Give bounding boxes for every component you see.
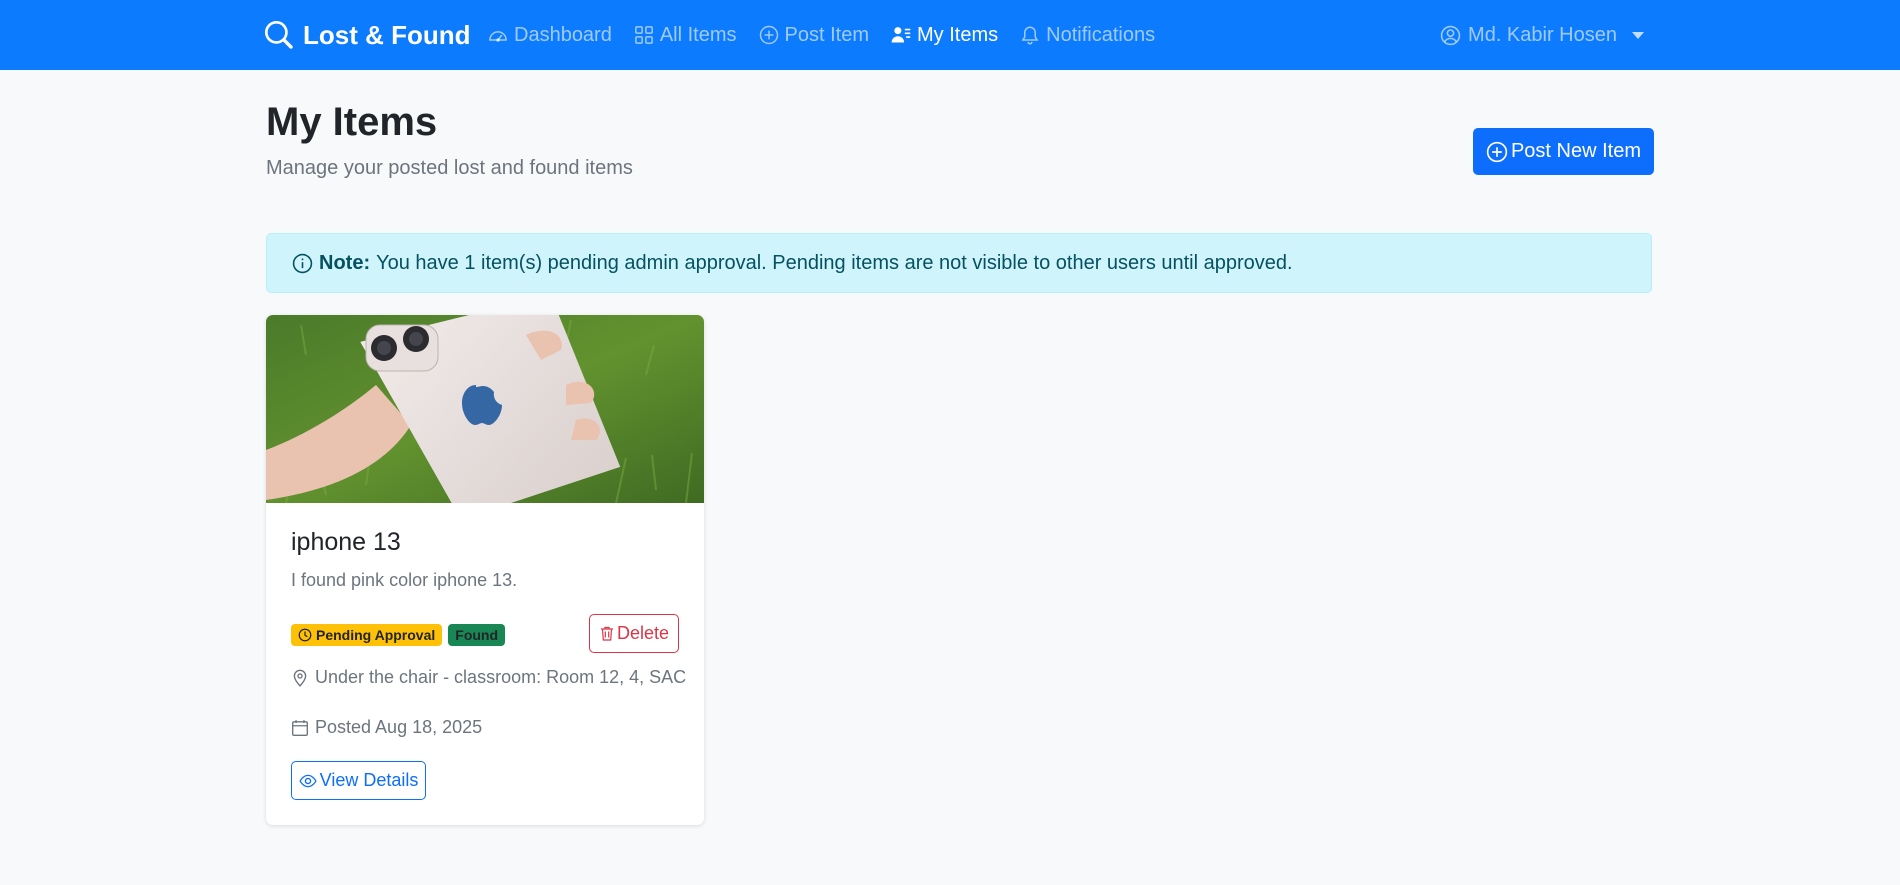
nav-link-my-items[interactable]: My Items bbox=[891, 24, 998, 47]
nav-link-notifications[interactable]: Notifications bbox=[1020, 24, 1155, 47]
item-description: I found pink color iphone 13. bbox=[291, 570, 518, 590]
clock-icon bbox=[298, 628, 312, 642]
nav-link-post-item[interactable]: Post Item bbox=[759, 24, 869, 47]
nav-link-dashboard[interactable]: Dashboard bbox=[488, 24, 612, 47]
user-name: Md. Kabir Hosen bbox=[1468, 23, 1617, 46]
nav-label-dashboard: Dashboard bbox=[514, 23, 612, 46]
item-posted-date: Posted Aug 18, 2025 bbox=[291, 717, 482, 738]
item-location-text: Under the chair - classroom: Room 12, 4,… bbox=[315, 667, 687, 687]
info-circle-icon bbox=[292, 253, 313, 273]
trash-icon bbox=[600, 626, 613, 641]
brand-link[interactable]: Lost & Found bbox=[265, 0, 471, 70]
nav-label-post-item: Post Item bbox=[784, 23, 870, 46]
nav-link-all-items[interactable]: All Items bbox=[634, 24, 737, 47]
view-details-button[interactable]: View Details bbox=[291, 761, 426, 800]
person-circle-icon bbox=[1440, 25, 1461, 45]
speedometer-icon bbox=[489, 31, 507, 42]
found-badge: Found bbox=[448, 624, 506, 646]
eye-icon bbox=[299, 774, 317, 787]
brand-label: Lost & Found bbox=[303, 19, 471, 50]
delete-label: Delete bbox=[616, 623, 670, 643]
nav-label-my-items: My Items bbox=[917, 23, 999, 46]
pending-approval-alert: Note: You have 1 item(s) pending admin a… bbox=[266, 233, 1652, 293]
view-details-label: View Details bbox=[319, 770, 419, 790]
item-title: iphone 13 bbox=[291, 528, 401, 556]
item-card: iphone 13 I found pink color iphone 13. … bbox=[266, 315, 704, 825]
page-title: My Items bbox=[266, 100, 438, 144]
alert-label: Note: bbox=[319, 251, 371, 274]
grid-icon bbox=[634, 26, 653, 44]
post-new-item-button[interactable]: Post New Item bbox=[1473, 128, 1654, 175]
geo-pin-icon bbox=[293, 669, 307, 687]
nav-label-notifications: Notifications bbox=[1046, 23, 1156, 46]
nav-label-all-items: All Items bbox=[659, 23, 737, 46]
item-badges: Pending Approval Found bbox=[291, 624, 506, 646]
nav-links: Dashboard All Items Post Item My Items N… bbox=[488, 0, 1155, 70]
caret-down-icon bbox=[1632, 31, 1644, 39]
item-image bbox=[266, 315, 704, 503]
item-location: Under the chair - classroom: Room 12, 4,… bbox=[291, 667, 686, 688]
pending-approval-label: Pending Approval bbox=[316, 627, 436, 643]
navbar: Lost & Found Dashboard All Items Post It… bbox=[0, 0, 1900, 70]
pending-approval-badge: Pending Approval bbox=[291, 624, 443, 646]
alert-text: You have 1 item(s) pending admin approva… bbox=[376, 251, 1293, 274]
bell-icon bbox=[1021, 26, 1039, 45]
post-new-item-label: Post New Item bbox=[1510, 140, 1642, 162]
plus-circle-icon bbox=[1486, 141, 1508, 162]
page-subtitle: Manage your posted lost and found items bbox=[266, 157, 633, 179]
person-lines-icon bbox=[891, 27, 911, 43]
delete-button[interactable]: Delete bbox=[589, 614, 679, 653]
calendar-icon bbox=[292, 719, 308, 736]
plus-circle-icon bbox=[759, 25, 778, 45]
item-posted-text: Posted Aug 18, 2025 bbox=[315, 717, 483, 737]
search-icon bbox=[265, 21, 293, 49]
user-menu-dropdown[interactable]: Md. Kabir Hosen bbox=[1440, 0, 1644, 70]
